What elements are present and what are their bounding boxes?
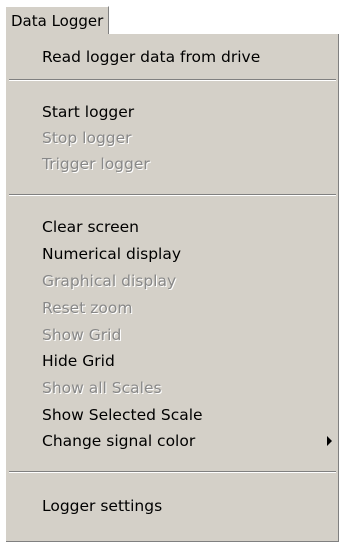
menu-item-numerical-display[interactable]: Numerical display [6,241,339,267]
menu-separator [9,194,336,196]
menu-item-start-logger[interactable]: Start logger [6,99,339,125]
menu-item-show-selected-scale[interactable]: Show Selected Scale [6,402,339,428]
menu-item-read-logger-data[interactable]: Read logger data from drive [6,44,339,70]
menu-item-label: Change signal color [42,432,196,450]
menu-separator [9,471,336,473]
menu-separator [9,79,336,81]
menu-item-reset-zoom: Reset zoom [42,299,133,317]
menu-item-show-grid: Show Grid [42,326,122,344]
menu-item-stop-logger: Stop logger [42,129,132,147]
menu-item-change-signal-color[interactable]: Change signal color [6,428,339,454]
dropdown-menu: Read logger data from drive Start logger… [5,33,339,542]
menu-item-graphical-display: Graphical display [42,272,177,290]
menu-item-clear-screen[interactable]: Clear screen [6,214,339,240]
menu-item-logger-settings[interactable]: Logger settings [6,493,339,519]
menu-title-data-logger[interactable]: Data Logger [5,6,110,34]
menu-item-show-all-scales: Show all Scales [42,379,162,397]
screen: Data Logger Read logger data from drive … [0,0,339,542]
submenu-arrow-icon [327,436,332,446]
menu-item-hide-grid[interactable]: Hide Grid [6,348,339,374]
menu-item-trigger-logger: Trigger logger [42,155,150,173]
